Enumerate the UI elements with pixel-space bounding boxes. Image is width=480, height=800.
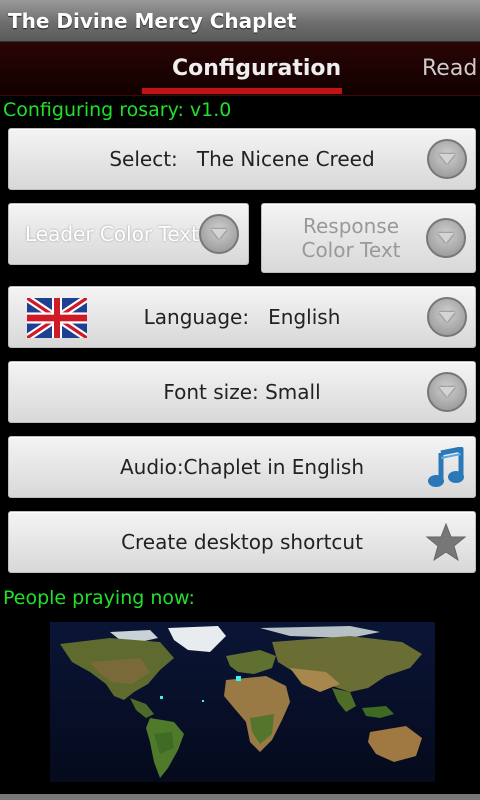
- tab-configuration[interactable]: Configuration: [172, 56, 341, 81]
- leader-color-label: Leader Color Text: [25, 222, 199, 246]
- chevron-down-icon: [199, 214, 239, 254]
- language-label: Language: English: [143, 305, 341, 329]
- language-button[interactable]: Language: English: [8, 286, 476, 348]
- chevron-down-icon: [427, 139, 467, 179]
- tab-read[interactable]: Read: [422, 56, 477, 81]
- audio-button[interactable]: Audio:Chaplet in English: [8, 436, 476, 498]
- star-icon: [425, 522, 467, 562]
- response-color-button[interactable]: Response Color Text: [261, 203, 476, 273]
- uk-flag-icon: [27, 298, 87, 338]
- world-map: [50, 622, 435, 782]
- select-label: Select: The Nicene Creed: [109, 147, 375, 171]
- shortcut-label: Create desktop shortcut: [121, 530, 363, 554]
- chevron-down-icon: [426, 218, 466, 258]
- bottom-edge-bar: [0, 794, 480, 800]
- leader-color-button[interactable]: Leader Color Text: [8, 203, 249, 265]
- app-title: The Divine Mercy Chaplet: [8, 9, 297, 33]
- people-praying-heading: People praying now:: [3, 587, 195, 609]
- chevron-down-icon: [427, 297, 467, 337]
- audio-label: Audio:Chaplet in English: [119, 455, 365, 479]
- chevron-down-icon: [427, 372, 467, 412]
- configuring-heading: Configuring rosary: v1.0: [3, 99, 232, 121]
- font-size-button[interactable]: Font size: Small: [8, 361, 476, 423]
- response-color-label: Response Color Text: [301, 214, 401, 262]
- active-tab-indicator: [142, 88, 342, 94]
- title-bar: The Divine Mercy Chaplet: [0, 0, 480, 42]
- font-size-label: Font size: Small: [163, 380, 321, 404]
- music-note-icon: [428, 447, 464, 487]
- create-shortcut-button[interactable]: Create desktop shortcut: [8, 511, 476, 573]
- select-prayer-button[interactable]: Select: The Nicene Creed: [8, 128, 476, 190]
- world-map-image: [50, 622, 435, 782]
